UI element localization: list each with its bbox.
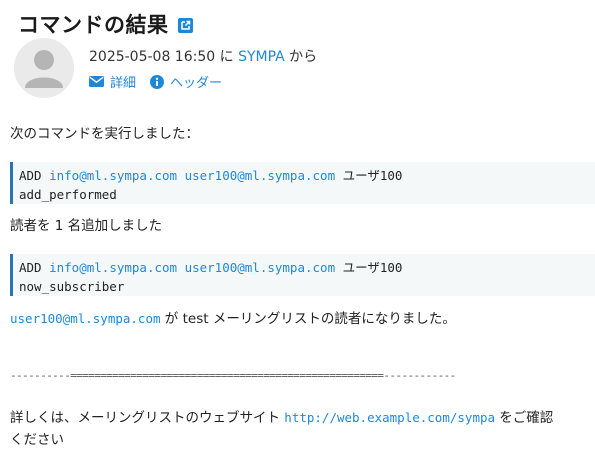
details-link[interactable]: 詳細 <box>89 72 136 91</box>
header-link[interactable]: ヘッダー <box>150 72 222 91</box>
intro-text: 次のコマンドを実行しました： <box>10 126 199 142</box>
details-label: 詳細 <box>110 76 137 91</box>
command-block-2: ADD info@ml.sympa.com user100@ml.sympa.c… <box>10 254 595 296</box>
subscriber-address-link[interactable]: user100@ml.sympa.com <box>10 311 161 326</box>
subscriber-message: user100@ml.sympa.com が test メーリングリストの読者に… <box>10 307 456 327</box>
envelope-icon <box>89 76 104 87</box>
user-name: ユーザ100 <box>342 260 403 275</box>
command-name: ADD <box>19 260 42 275</box>
command-block-1: ADD info@ml.sympa.com user100@ml.sympa.c… <box>10 162 595 204</box>
user-address-link[interactable]: user100@ml.sympa.com <box>185 168 336 183</box>
meta-kara: から <box>284 49 318 65</box>
footer-line-2: ください <box>10 432 64 448</box>
command-name: ADD <box>19 168 42 183</box>
subscriber-text: が test メーリングリストの読者になりました。 <box>160 311 456 327</box>
user-name: ユーザ100 <box>342 168 403 183</box>
message-datetime: 2025-05-08 16:50 <box>89 49 216 65</box>
list-address-link[interactable]: info@ml.sympa.com <box>49 168 177 183</box>
command-line: ADD info@ml.sympa.com user100@ml.sympa.c… <box>19 166 595 185</box>
list-address-link[interactable]: info@ml.sympa.com <box>49 260 177 275</box>
user-address-link[interactable]: user100@ml.sympa.com <box>185 260 336 275</box>
command-result: add_performed <box>19 187 117 202</box>
header-label: ヘッダー <box>170 76 223 91</box>
website-link[interactable]: http://web.example.com/sympa <box>284 410 495 425</box>
footer-pre-text: 詳しくは、メーリングリストのウェブサイト <box>10 410 285 426</box>
meta-ni: に <box>215 49 239 65</box>
page-title: コマンドの結果 <box>18 13 169 37</box>
separator-line: ----------==============================… <box>10 369 456 382</box>
info-icon <box>150 74 165 89</box>
message-meta: 2025-05-08 16:50 に SYMPA から <box>89 46 317 66</box>
external-link-icon[interactable] <box>177 18 193 33</box>
message-links: 詳細 ヘッダー <box>89 72 236 91</box>
command-line: ADD info@ml.sympa.com user100@ml.sympa.c… <box>19 258 595 277</box>
command-result: now_subscriber <box>19 279 125 294</box>
added-message: 読者を 1 名追加しました <box>10 218 163 234</box>
sender-link[interactable]: SYMPA <box>238 49 285 65</box>
footer-line-1: 詳しくは、メーリングリストのウェブサイト http://web.example.… <box>10 406 553 426</box>
footer-post-text: をご確認 <box>495 410 554 426</box>
avatar <box>14 38 74 98</box>
page-header: コマンドの結果 <box>18 9 193 39</box>
user-silhouette-icon <box>25 50 63 88</box>
